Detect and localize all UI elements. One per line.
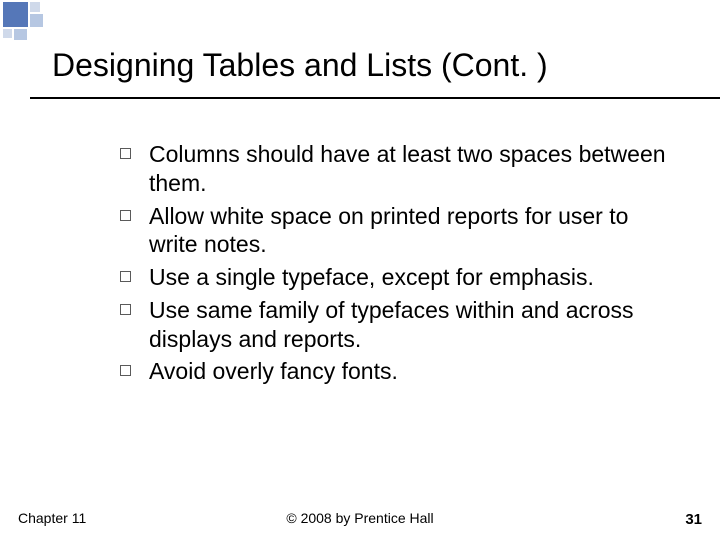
slide-body: Columns should have at least two spaces … <box>120 140 680 390</box>
checkbox-icon <box>120 148 131 159</box>
bullet-list: Columns should have at least two spaces … <box>120 140 680 386</box>
bullet-text: Allow white space on printed reports for… <box>149 202 680 260</box>
slide: Designing Tables and Lists (Cont. ) Colu… <box>0 0 720 540</box>
page-number: 31 <box>685 511 702 528</box>
slide-title: Designing Tables and Lists (Cont. ) <box>52 48 690 83</box>
bullet-text: Avoid overly fancy fonts. <box>149 357 680 386</box>
checkbox-icon <box>120 210 131 221</box>
checkbox-icon <box>120 304 131 315</box>
list-item: Columns should have at least two spaces … <box>120 140 680 198</box>
list-item: Allow white space on printed reports for… <box>120 202 680 260</box>
list-item: Use a single typeface, except for emphas… <box>120 263 680 292</box>
bullet-text: Use same family of typefaces within and … <box>149 296 680 354</box>
checkbox-icon <box>120 365 131 376</box>
list-item: Use same family of typefaces within and … <box>120 296 680 354</box>
title-rule <box>30 97 720 99</box>
footer-copyright: © 2008 by Prentice Hall <box>0 510 720 526</box>
list-item: Avoid overly fancy fonts. <box>120 357 680 386</box>
bullet-text: Use a single typeface, except for emphas… <box>149 263 680 292</box>
corner-decoration <box>3 2 63 40</box>
checkbox-icon <box>120 271 131 282</box>
bullet-text: Columns should have at least two spaces … <box>149 140 680 198</box>
